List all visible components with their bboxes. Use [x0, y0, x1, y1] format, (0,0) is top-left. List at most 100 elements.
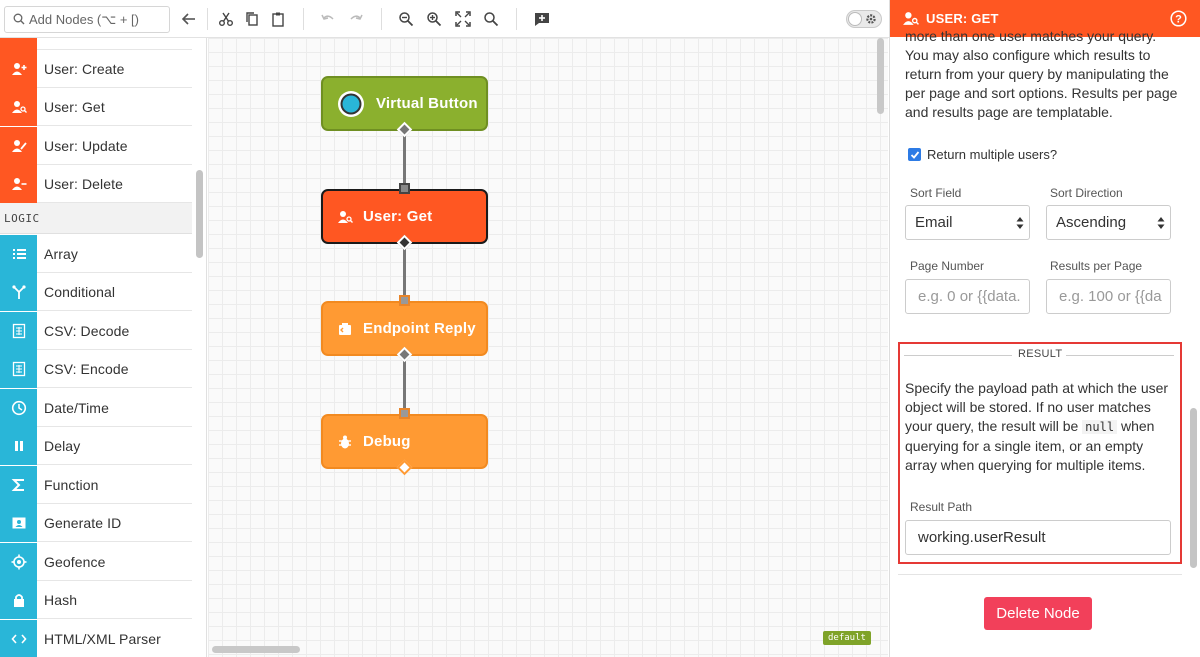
list-icon: [12, 248, 26, 259]
palette-item-label: User: Update: [44, 137, 128, 154]
sort-field-select[interactable]: Email: [905, 205, 1030, 240]
mode-toggle[interactable]: [846, 10, 882, 28]
connection-wire: [403, 355, 406, 415]
user-minus-icon: [11, 177, 26, 190]
input-port[interactable]: [399, 183, 410, 194]
virtual-button-icon: [338, 90, 364, 117]
results-per-page-input[interactable]: [1046, 279, 1171, 314]
palette-item-label: User: Create: [44, 60, 125, 77]
result-section-heading: RESULT: [900, 348, 1180, 362]
return-multiple-checkbox[interactable]: [908, 148, 921, 161]
magnifier-icon: [484, 12, 499, 27]
palette-section-logic: LOGIC: [0, 203, 192, 234]
palette-item-label: Geofence: [44, 553, 106, 570]
gear-icon: [866, 14, 876, 24]
workflow-canvas[interactable]: Virtual Button User: Get Endpoint Reply …: [208, 38, 888, 657]
redo-button[interactable]: [346, 9, 366, 29]
help-icon[interactable]: ?: [1170, 10, 1187, 27]
undo-button[interactable]: [318, 9, 338, 29]
input-port[interactable]: [399, 408, 410, 419]
delete-node-button[interactable]: Delete Node: [984, 597, 1092, 630]
arrow-left-icon: [181, 13, 195, 25]
pause-icon: [14, 440, 23, 451]
palette-item-label: User: Get: [44, 98, 105, 115]
expand-icon: [455, 11, 471, 27]
node-palette: User: Create User: Get User: Update User…: [0, 38, 207, 657]
divider: [904, 355, 1012, 356]
sigma-icon: [11, 478, 24, 491]
toolbar-divider: [516, 8, 517, 30]
palette-item-geofence[interactable]: Geofence: [0, 542, 192, 581]
palette-item-label: CSV: Encode: [44, 360, 129, 377]
reply-icon: [339, 322, 351, 335]
connection-wire: [403, 131, 406, 191]
sort-field-label: Sort Field: [910, 186, 962, 200]
search-input[interactable]: [29, 7, 167, 32]
palette-item-label: Delay: [44, 437, 81, 454]
palette-item-user-get[interactable]: User: Get: [0, 87, 192, 126]
add-annotation-button[interactable]: [532, 9, 552, 29]
branch-icon: [11, 284, 26, 299]
copy-icon: [246, 12, 258, 26]
node-label: Endpoint Reply: [363, 320, 476, 337]
user-search-icon: [11, 100, 27, 113]
toolbar-divider: [381, 8, 382, 30]
palette-item-label: CSV: Decode: [44, 322, 130, 339]
cut-button[interactable]: [216, 9, 236, 29]
return-multiple-checkbox-row[interactable]: Return multiple users?: [908, 147, 1057, 162]
palette-item-hash[interactable]: Hash: [0, 580, 192, 619]
back-button[interactable]: [179, 9, 199, 29]
palette-item-date-time[interactable]: Date/Time: [0, 388, 192, 427]
divider: [1066, 355, 1174, 356]
node-label: User: Get: [363, 208, 433, 225]
sort-direction-select[interactable]: Ascending: [1046, 205, 1171, 240]
csv-icon: [12, 361, 25, 376]
zoom-reset-button[interactable]: [481, 9, 501, 29]
zoom-in-button[interactable]: [424, 9, 444, 29]
paste-button[interactable]: [268, 9, 288, 29]
result-description: Specify the payload path at which the us…: [905, 379, 1177, 475]
bug-icon: [339, 435, 351, 448]
canvas-horizontal-scrollbar[interactable]: [212, 646, 300, 653]
palette-item-partial[interactable]: [0, 38, 192, 50]
palette-item-html-xml-parser[interactable]: HTML/XML Parser: [0, 619, 192, 657]
id-card-icon: [12, 517, 25, 528]
add-nodes-search[interactable]: [4, 6, 170, 33]
code-icon: [10, 633, 27, 644]
zoom-out-button[interactable]: [396, 9, 416, 29]
panel-body: more than one user matches your query. Y…: [890, 28, 1190, 657]
toolbar-divider: [207, 8, 208, 30]
select-caret-icon: [1157, 217, 1165, 229]
result-path-input[interactable]: [905, 520, 1171, 555]
user-plus-icon: [11, 62, 26, 75]
scissors-icon: [219, 12, 233, 26]
user-search-icon: [903, 12, 919, 25]
palette-item-generate-id[interactable]: Generate ID: [0, 503, 192, 542]
sort-direction-value: Ascending: [1056, 214, 1127, 231]
palette-item-csv-decode[interactable]: CSV: Decode: [0, 311, 192, 350]
panel-scrollbar[interactable]: [1190, 408, 1197, 568]
clock-icon: [11, 400, 26, 415]
canvas-vertical-scrollbar[interactable]: [877, 38, 884, 114]
palette-item-conditional[interactable]: Conditional: [0, 272, 192, 311]
page-number-input[interactable]: [905, 279, 1030, 314]
crosshair-icon: [11, 554, 26, 569]
palette-item-label: Array: [44, 245, 78, 262]
palette-scrollbar[interactable]: [196, 170, 203, 258]
palette-item-array[interactable]: Array: [0, 234, 192, 273]
palette-item-csv-encode[interactable]: CSV: Encode: [0, 349, 192, 388]
fit-view-button[interactable]: [453, 9, 473, 29]
palette-item-function[interactable]: Function: [0, 465, 192, 504]
return-multiple-label: Return multiple users?: [927, 147, 1058, 162]
comment-plus-icon: [535, 13, 549, 26]
palette-item-user-update[interactable]: User: Update: [0, 126, 192, 165]
palette-item-label: User: Delete: [44, 175, 124, 192]
palette-item-user-create[interactable]: User: Create: [0, 49, 192, 88]
toggle-knob: [848, 12, 862, 26]
input-port[interactable]: [399, 295, 410, 306]
copy-button[interactable]: [242, 9, 262, 29]
result-path-label: Result Path: [910, 500, 973, 514]
page-number-label: Page Number: [910, 259, 985, 273]
palette-item-delay[interactable]: Delay: [0, 426, 192, 465]
palette-item-user-delete[interactable]: User: Delete: [0, 164, 192, 203]
